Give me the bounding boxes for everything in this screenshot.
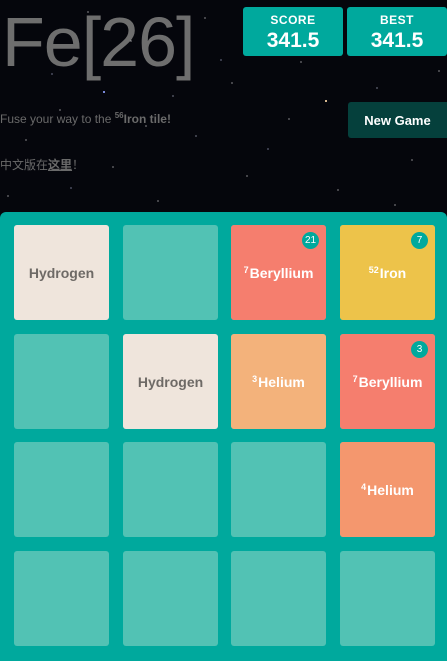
tile-label: Hydrogen (138, 374, 203, 390)
tile-element-name: Helium (258, 373, 305, 390)
tile-helium: 4Helium (340, 442, 435, 537)
tile-mass-number: 3 (252, 373, 258, 384)
game-board: Hydrogen 7Beryllium 21 52Iron 7 Hydrogen 3Heli… (0, 212, 447, 661)
tile-count-badge: 3 (411, 341, 428, 358)
tile-hydrogen: Hydrogen (123, 334, 218, 429)
tile-iron: 52Iron 7 (340, 225, 435, 320)
tile-label: Hydrogen (29, 265, 94, 281)
grid-cell (340, 551, 435, 646)
tile-beryllium: 7Beryllium 21 (231, 225, 326, 320)
best-score-value: 341.5 (370, 29, 424, 52)
tile-element-name: Hydrogen (28, 264, 95, 281)
tile-label: 4Helium (361, 482, 414, 498)
grid-cell (123, 551, 218, 646)
language-suffix: ！ (72, 158, 85, 172)
game-intro: Fuse your way to the 56Iron tile! (0, 111, 171, 126)
language-note: 中文版在这里！ (0, 156, 84, 173)
score-value: 341.5 (266, 29, 320, 52)
new-game-button[interactable]: New Game (348, 102, 447, 138)
grid-cell (14, 551, 109, 646)
tile-label: 7Beryllium (244, 265, 314, 281)
tile-element-name: Iron (379, 264, 407, 281)
tile-count-badge: 7 (411, 232, 428, 249)
grid-cell (123, 442, 218, 537)
tile-element-name: Hydrogen (137, 373, 204, 390)
game-title: Fe[26] (2, 3, 195, 81)
grid-cell (231, 442, 326, 537)
tile-element-name: Beryllium (249, 264, 314, 281)
tile-count-badge: 21 (302, 232, 319, 249)
grid-cell (14, 334, 109, 429)
tile-hydrogen: Hydrogen (14, 225, 109, 320)
tile-element-name: Beryllium (358, 373, 423, 390)
best-score-box: BEST 341.5 (347, 7, 447, 56)
tile-element-name: Helium (367, 481, 414, 498)
score-label: SCORE (270, 13, 316, 27)
tile-mass-number: 7 (243, 264, 249, 275)
tile-label: 7Beryllium (353, 374, 423, 390)
tile-mass-number: 52 (368, 264, 379, 275)
best-score-label: BEST (379, 13, 414, 27)
tile-mass-number: 7 (352, 373, 358, 384)
grid-cell (123, 225, 218, 320)
tile-label: 52Iron (369, 265, 406, 281)
intro-mass-number: 56 (114, 111, 124, 120)
tile-helium: 3Helium (231, 334, 326, 429)
intro-prefix: Fuse your way to the (0, 112, 115, 126)
chinese-version-link[interactable]: 这里 (48, 158, 72, 172)
grid-cell (231, 551, 326, 646)
score-box: SCORE 341.5 (243, 7, 343, 56)
tile-label: 3Helium (252, 374, 305, 390)
tile-mass-number: 4 (361, 481, 367, 492)
intro-target: Iron tile! (123, 112, 171, 126)
language-prefix: 中文版在 (0, 158, 49, 172)
grid-cell (14, 442, 109, 537)
tile-beryllium: 7Beryllium 3 (340, 334, 435, 429)
